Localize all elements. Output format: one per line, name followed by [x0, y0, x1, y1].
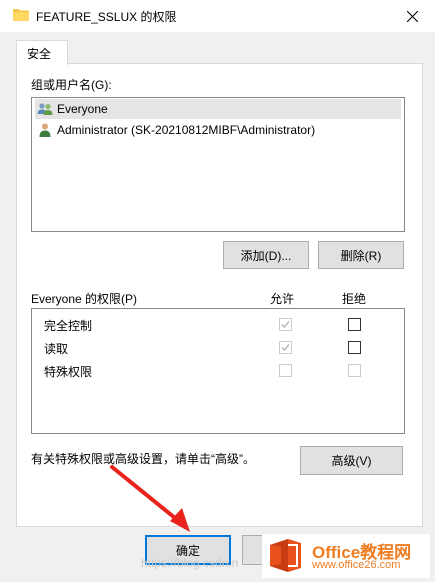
- remove-button[interactable]: 删除(R): [318, 241, 404, 269]
- list-item[interactable]: Everyone: [35, 99, 401, 119]
- allow-header: 允许: [270, 292, 295, 306]
- deny-checkbox[interactable]: [348, 364, 361, 377]
- list-item-label: Everyone: [57, 102, 108, 116]
- tab-security-label: 安全: [27, 47, 52, 61]
- advanced-hint: 有关特殊权限或高级设置，请单击“高级”。: [31, 452, 255, 466]
- permission-name: 完全控制: [44, 319, 93, 333]
- user-icon: [39, 123, 51, 137]
- permissions-list: 完全控制 读取 特殊权限: [31, 308, 405, 434]
- allow-checkbox[interactable]: [279, 341, 292, 354]
- watermark-text: https://blog.csdn.n: [141, 556, 239, 570]
- title-bar: FEATURE_SSLUX 的权限: [0, 0, 435, 32]
- check-icon: [281, 321, 290, 329]
- deny-checkbox[interactable]: [348, 318, 361, 331]
- close-icon: [406, 10, 418, 22]
- office-logo-icon: [270, 539, 301, 572]
- groups-label: 组或用户名(G):: [31, 78, 112, 92]
- groups-listbox[interactable]: Everyone Administrator (SK-20210812MIBF\…: [31, 97, 405, 232]
- permission-name: 读取: [44, 342, 69, 356]
- window-title: FEATURE_SSLUX 的权限: [36, 10, 177, 24]
- add-button[interactable]: 添加(D)...: [223, 241, 309, 269]
- permission-row: 完全控制: [32, 313, 404, 335]
- group-icon: [37, 103, 53, 115]
- advanced-button[interactable]: 高级(V): [300, 446, 403, 475]
- site-logo: Office教程网 www.office26.com: [262, 534, 430, 578]
- permission-name: 特殊权限: [44, 365, 93, 379]
- permissions-label: Everyone 的权限(P): [31, 292, 138, 306]
- deny-header: 拒绝: [342, 292, 367, 306]
- logo-url: www.office26.com: [312, 559, 401, 571]
- list-item-label: Administrator (SK-20210812MIBF\Administr…: [57, 123, 316, 137]
- allow-checkbox[interactable]: [279, 318, 292, 331]
- deny-checkbox[interactable]: [348, 341, 361, 354]
- permission-row: 特殊权限: [32, 359, 404, 381]
- folder-icon: [13, 9, 29, 21]
- permission-row: 读取: [32, 336, 404, 358]
- tab-security[interactable]: 安全: [16, 40, 68, 65]
- allow-checkbox[interactable]: [279, 364, 292, 377]
- check-icon: [281, 344, 290, 352]
- close-button[interactable]: [389, 0, 435, 32]
- list-item[interactable]: Administrator (SK-20210812MIBF\Administr…: [35, 120, 401, 140]
